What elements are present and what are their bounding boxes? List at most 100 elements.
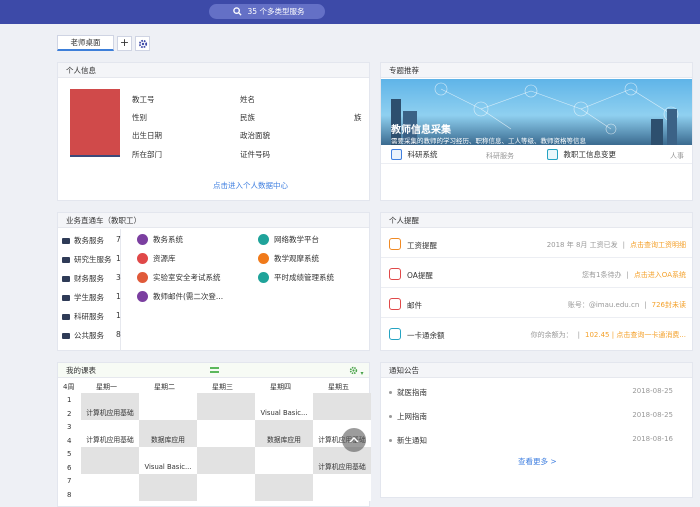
field-staff-id: 教工号 xyxy=(132,95,155,104)
schedule-cell[interactable]: 数据库应用 xyxy=(139,433,197,447)
drag-handle-icon[interactable] xyxy=(210,367,219,373)
add-tab-button[interactable]: + xyxy=(117,36,132,51)
staff-change-icon xyxy=(547,149,558,160)
profile-center-link[interactable]: 点击进入个人数据中心 xyxy=(213,180,288,191)
field-ethnicity: 民族 xyxy=(240,113,255,122)
schedule-cell[interactable] xyxy=(255,460,313,474)
schedule-cell[interactable] xyxy=(139,487,197,501)
schedule-cell[interactable]: 计算机应用基础 xyxy=(81,433,139,447)
reminder-label: 工资提醒 xyxy=(407,241,437,250)
reminder-link[interactable]: 102.45 | 点击查询一卡通消费... xyxy=(585,331,686,339)
reminder-link[interactable]: 点击查询工资明细 xyxy=(630,241,686,249)
topic-item-research[interactable]: 科研系统 科研服务 xyxy=(391,149,531,160)
schedule-cell[interactable] xyxy=(81,420,139,434)
schedule-cell[interactable] xyxy=(255,447,313,461)
category-item[interactable]: 科研服务 1 xyxy=(62,311,124,322)
banner-subtitle: 需要采集的教师的学习经历、职称信息、工人等级、教师资格等信息 xyxy=(391,137,586,145)
bullet-icon xyxy=(389,415,392,418)
reminder-info: 2018 年 8月 工资已发 | 点击查询工资明细 xyxy=(547,240,686,250)
schedule-cell[interactable] xyxy=(313,474,371,488)
app-item[interactable]: 资源库 xyxy=(137,253,176,264)
schedule-cell[interactable] xyxy=(255,474,313,488)
schedule-cell[interactable] xyxy=(197,487,255,501)
schedule-cell[interactable] xyxy=(197,393,255,407)
schedule-cell[interactable] xyxy=(81,393,139,407)
settings-button[interactable] xyxy=(135,36,150,51)
field-name: 姓名 xyxy=(240,95,255,104)
schedule-cell[interactable] xyxy=(139,393,197,407)
folder-icon xyxy=(62,256,70,263)
schedule-cell[interactable] xyxy=(81,447,139,461)
reminder-label: OA提醒 xyxy=(407,271,433,280)
app-icon xyxy=(258,234,269,245)
schedule-cell[interactable]: 数据库应用 xyxy=(255,433,313,447)
notice-date: 2018-08-16 xyxy=(632,435,673,443)
app-icon xyxy=(137,291,148,302)
schedule-cell[interactable] xyxy=(313,393,371,407)
category-count: 3 xyxy=(116,273,121,282)
reminder-link[interactable]: 726封未读 xyxy=(652,301,686,309)
app-icon xyxy=(258,253,269,264)
schedule-cell[interactable] xyxy=(197,406,255,420)
schedule-cell[interactable] xyxy=(255,487,313,501)
separator: | xyxy=(626,271,629,279)
schedule-cell[interactable] xyxy=(197,474,255,488)
reminder-link[interactable]: 点击进入OA系统 xyxy=(634,271,686,279)
schedule-cell[interactable] xyxy=(81,487,139,501)
category-item[interactable]: 教务服务 7 xyxy=(62,235,124,246)
reminder-detail: 你的余额为： xyxy=(530,331,573,339)
app-item[interactable]: 网络教学平台 xyxy=(258,234,319,245)
category-item[interactable]: 研究生服务 1 xyxy=(62,254,124,265)
schedule-cell[interactable]: Visual Basic... xyxy=(139,460,197,474)
category-label: 研究生服务 xyxy=(74,255,112,264)
schedule-cell[interactable] xyxy=(81,474,139,488)
notice-item[interactable]: 上网指南 2018-08-25 xyxy=(389,411,685,422)
scroll-to-top-button[interactable] xyxy=(342,428,366,452)
top-bar: 35 个多类型服务 xyxy=(0,0,700,24)
schedule-settings-button[interactable]: ▾ xyxy=(349,366,364,377)
schedule-cell[interactable] xyxy=(197,460,255,474)
schedule-cell[interactable] xyxy=(255,420,313,434)
schedule-cell[interactable] xyxy=(81,460,139,474)
service-search[interactable]: 35 个多类型服务 xyxy=(209,4,325,19)
schedule-cell[interactable]: 计算机应用基础 xyxy=(81,406,139,420)
schedule-cell[interactable] xyxy=(313,406,371,420)
schedule-cell[interactable] xyxy=(139,474,197,488)
schedule-cell[interactable] xyxy=(197,433,255,447)
schedule-cell[interactable]: Visual Basic... xyxy=(255,406,313,420)
schedule-cell[interactable] xyxy=(197,447,255,461)
field-political-status: 政治面貌 xyxy=(240,131,270,140)
category-item[interactable]: 公共服务 8 xyxy=(62,330,124,341)
schedule-cell[interactable] xyxy=(313,487,371,501)
day-header: 星期二 xyxy=(154,383,175,391)
app-item[interactable]: 实验室安全考试系统 xyxy=(137,272,221,283)
schedule-cell[interactable] xyxy=(139,406,197,420)
schedule-cell[interactable]: 计算机应用基础 xyxy=(313,460,371,474)
app-item[interactable]: 教务系统 xyxy=(137,234,183,245)
app-label: 教师邮件(需二次登... xyxy=(153,292,224,301)
schedule-cell[interactable] xyxy=(139,447,197,461)
app-item[interactable]: 平时成绩管理系统 xyxy=(258,272,334,283)
period-number: 1 xyxy=(67,396,72,404)
schedule-cell[interactable] xyxy=(139,420,197,434)
notice-item[interactable]: 新生通知 2018-08-16 xyxy=(389,435,685,446)
divider xyxy=(381,257,692,258)
category-item[interactable]: 学生服务 1 xyxy=(62,292,124,303)
notice-more-link[interactable]: 查看更多 > xyxy=(518,456,557,467)
app-item[interactable]: 教学观摩系统 xyxy=(258,253,319,264)
reminder-info: 账号：@imau.edu.cn | 726封未读 xyxy=(568,300,686,310)
app-item[interactable]: 教师邮件(需二次登... xyxy=(137,291,223,302)
app-label: 平时成绩管理系统 xyxy=(274,273,334,282)
topic-item-staff-change[interactable]: 教职工信息变更 人事 xyxy=(547,149,687,160)
research-icon xyxy=(391,149,402,160)
app-icon xyxy=(137,234,148,245)
field-gender: 性别 xyxy=(132,113,147,122)
notice-date: 2018-08-25 xyxy=(632,411,673,419)
notice-item[interactable]: 就医指南 2018-08-25 xyxy=(389,387,685,398)
schedule-cell[interactable] xyxy=(197,420,255,434)
topic-banner[interactable]: 教师信息采集 需要采集的教师的学习经历、职称信息、工人等级、教师资格等信息 xyxy=(381,79,692,145)
category-item[interactable]: 财务服务 3 xyxy=(62,273,124,284)
schedule-cell[interactable] xyxy=(255,393,313,407)
period-number: 8 xyxy=(67,490,72,499)
tab-teacher-desktop[interactable]: 老师桌面 xyxy=(57,35,114,51)
